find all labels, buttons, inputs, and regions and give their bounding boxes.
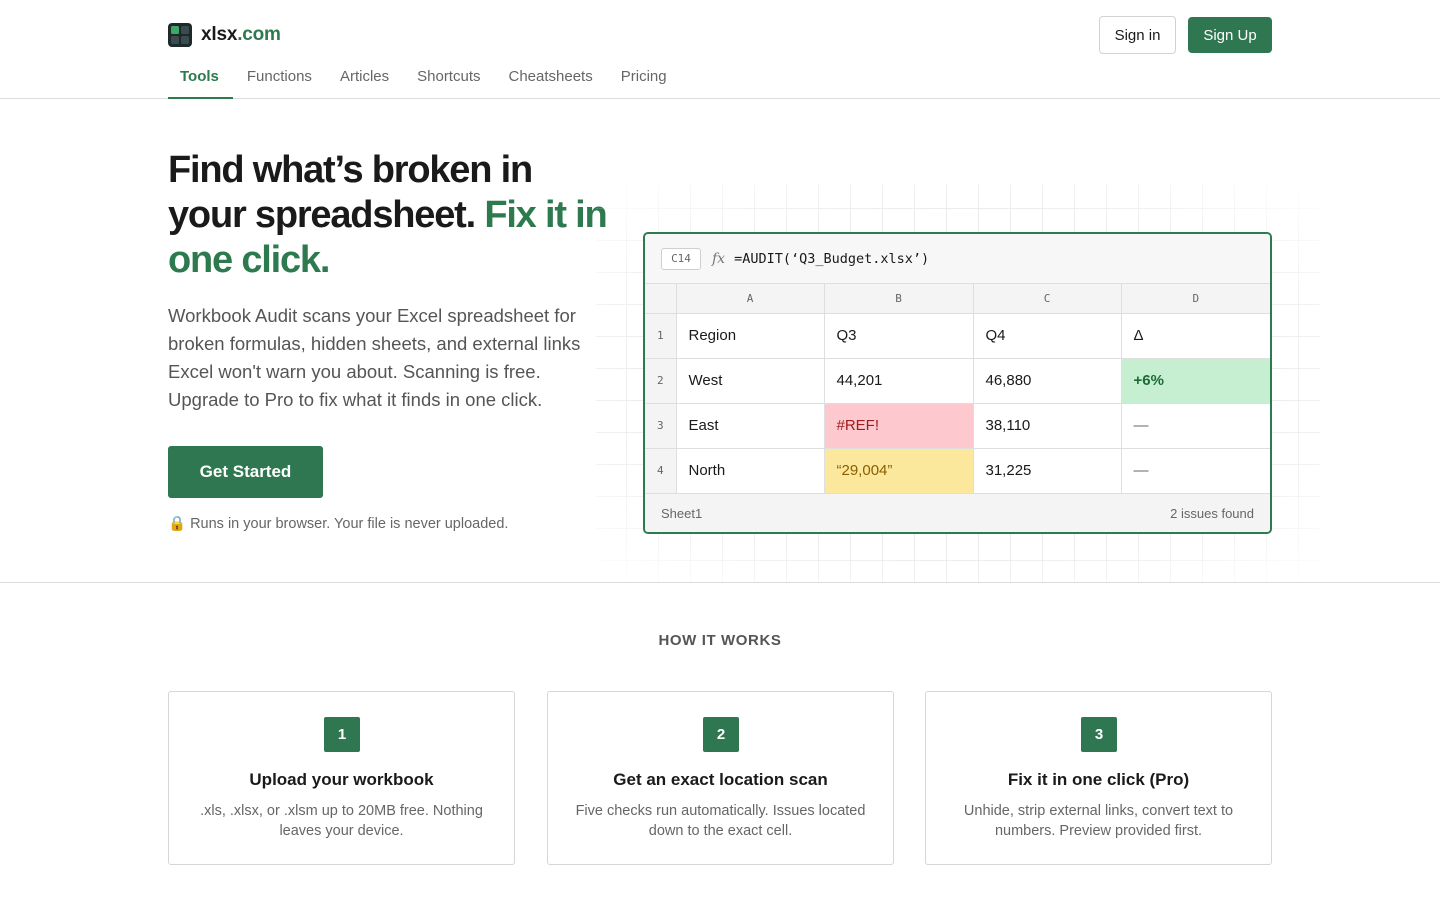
cell-reference-box: C14 bbox=[661, 247, 701, 270]
sheet-row: 2 West 44,201 46,880 +6% bbox=[645, 358, 1270, 404]
sheet-cell: 44,201 bbox=[824, 358, 974, 404]
privacy-note: 🔒 Runs in your browser. Your file is nev… bbox=[168, 515, 509, 533]
row-number: 4 bbox=[645, 448, 677, 494]
step-description: .xls, .xlsx, or .xlsm up to 20MB free. N… bbox=[200, 803, 483, 839]
site-header: xlsx.com Tools Functions Articles Shortc… bbox=[0, 0, 1440, 99]
step-number: 2 bbox=[703, 717, 739, 752]
sheet-cell: West bbox=[676, 358, 825, 404]
column-header: C bbox=[973, 284, 1122, 314]
issues-count: 2 issues found bbox=[1170, 506, 1254, 521]
sheet-tab: Sheet1 bbox=[661, 506, 703, 521]
sheet-row: 4 North “29,004” 31,225 — bbox=[645, 448, 1270, 494]
fx-icon: fx bbox=[712, 250, 726, 267]
lock-icon: 🔒 bbox=[168, 516, 187, 532]
sheet-cell: 46,880 bbox=[973, 358, 1122, 404]
column-header-row: A B C D bbox=[645, 284, 1270, 314]
step-card-fix: 3 Fix it in one click (Pro) Unhide, stri… bbox=[925, 691, 1272, 865]
hero-title-main: Find what’s broken in your spreadsheet. bbox=[168, 149, 533, 236]
step-title: Fix it in one click (Pro) bbox=[1007, 770, 1190, 789]
privacy-text: Runs in your browser. Your file is never… bbox=[190, 515, 509, 532]
sheet-cell: — bbox=[1121, 448, 1270, 494]
brand-name: xlsx.com bbox=[201, 24, 281, 45]
sheet-row: 3 East #REF! 38,110 — bbox=[645, 403, 1270, 449]
section-divider bbox=[0, 582, 1440, 583]
brand-logo[interactable]: xlsx.com bbox=[168, 23, 281, 47]
spreadsheet-logo-icon bbox=[168, 23, 192, 47]
step-number: 3 bbox=[1081, 717, 1117, 752]
row-number: 2 bbox=[645, 358, 677, 404]
sheet-cell: Δ bbox=[1121, 313, 1270, 359]
step-title: Get an exact location scan bbox=[613, 770, 828, 789]
row-number: 3 bbox=[645, 403, 677, 449]
column-header: D bbox=[1121, 284, 1270, 314]
formula-bar: C14 fx =AUDIT(‘Q3_Budget.xlsx’) bbox=[645, 234, 1270, 284]
nav-item-cheatsheets[interactable]: Cheatsheets bbox=[495, 58, 607, 99]
nav-item-pricing[interactable]: Pricing bbox=[607, 58, 681, 99]
formula-text: =AUDIT(‘Q3_Budget.xlsx’) bbox=[734, 250, 930, 267]
sheet-cell-warning: “29,004” bbox=[824, 448, 974, 494]
how-it-works-heading: HOW IT WORKS bbox=[658, 632, 782, 649]
nav-item-tools[interactable]: Tools bbox=[168, 58, 233, 99]
sheet-cell-positive: +6% bbox=[1121, 358, 1270, 404]
corner-cell bbox=[645, 284, 677, 314]
nav-item-articles[interactable]: Articles bbox=[326, 58, 403, 99]
sheet-cell: 31,225 bbox=[973, 448, 1122, 494]
step-description: Five checks run automatically. Issues lo… bbox=[575, 803, 866, 839]
sheet-cell: — bbox=[1121, 403, 1270, 449]
sheet-cell: North bbox=[676, 448, 825, 494]
get-started-button[interactable]: Get Started bbox=[168, 446, 323, 498]
step-number: 1 bbox=[324, 717, 360, 752]
sheet-cell-error: #REF! bbox=[824, 403, 974, 449]
step-description: Unhide, strip external links, convert te… bbox=[963, 803, 1234, 839]
nav-item-shortcuts[interactable]: Shortcuts bbox=[403, 58, 494, 99]
sign-in-button[interactable]: Sign in bbox=[1099, 16, 1176, 54]
nav-item-functions[interactable]: Functions bbox=[233, 58, 326, 99]
sheet-footer: Sheet1 2 issues found bbox=[645, 493, 1270, 532]
sheet-cell: East bbox=[676, 403, 825, 449]
hero-title: Find what’s broken in your spreadsheet. … bbox=[168, 148, 608, 283]
sheet-row: 1 Region Q3 Q4 Δ bbox=[645, 313, 1270, 359]
hero-description: Workbook Audit scans your Excel spreadsh… bbox=[168, 305, 581, 410]
step-card-upload: 1 Upload your workbook .xls, .xlsx, or .… bbox=[168, 691, 515, 865]
spreadsheet-grid: A B C D 1 Region Q3 Q4 Δ 2 West 44,201 4… bbox=[645, 284, 1270, 494]
step-card-scan: 2 Get an exact location scan Five checks… bbox=[547, 691, 894, 865]
column-header: A bbox=[676, 284, 825, 314]
main-nav: Tools Functions Articles Shortcuts Cheat… bbox=[168, 58, 681, 99]
sheet-cell: Q3 bbox=[824, 313, 974, 359]
sheet-cell: Q4 bbox=[973, 313, 1122, 359]
step-title: Upload your workbook bbox=[249, 770, 434, 789]
sheet-cell: Region bbox=[676, 313, 825, 359]
column-header: B bbox=[824, 284, 974, 314]
spreadsheet-preview: C14 fx =AUDIT(‘Q3_Budget.xlsx’) A B C D … bbox=[643, 232, 1272, 534]
row-number: 1 bbox=[645, 313, 677, 359]
sign-up-button[interactable]: Sign Up bbox=[1188, 17, 1272, 53]
sheet-cell: 38,110 bbox=[973, 403, 1122, 449]
